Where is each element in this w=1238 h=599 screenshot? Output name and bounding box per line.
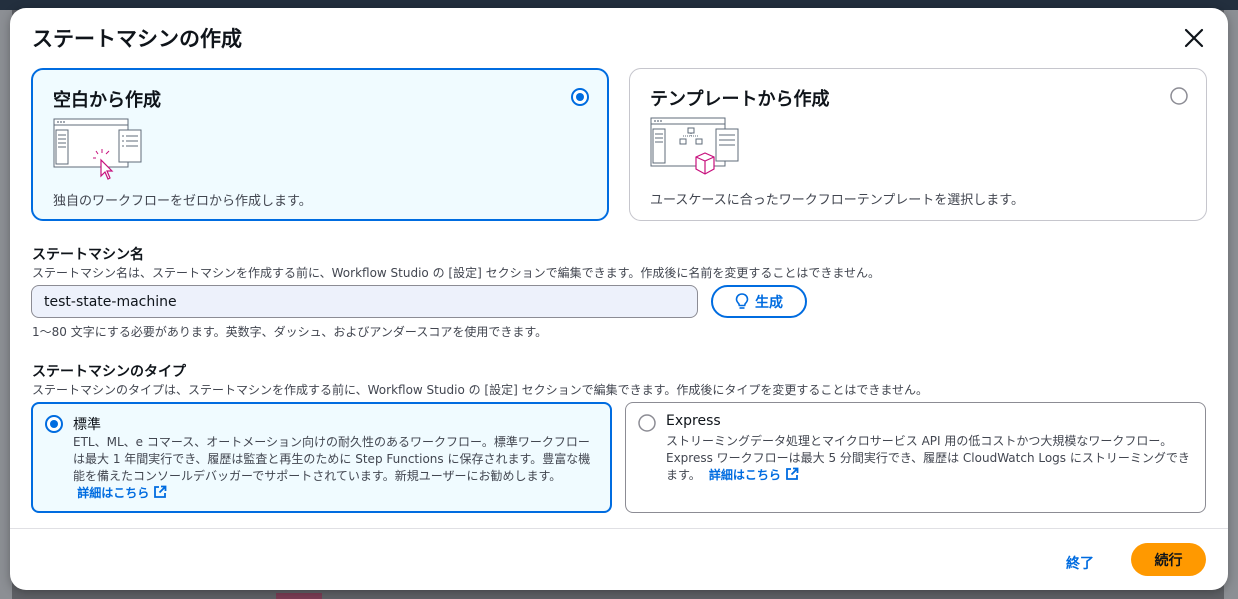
modal-title: ステートマシンの作成 <box>32 27 242 51</box>
external-link-icon <box>786 467 799 480</box>
learn-more-label: 詳細はこちら <box>77 486 150 500</box>
tile-description: 独自のワークフローをゼロから作成します。 <box>53 194 312 209</box>
lightbulb-icon <box>735 293 749 309</box>
modal-header: ステートマシンの作成 <box>32 22 1208 54</box>
cancel-button[interactable]: 終了 <box>1066 547 1094 579</box>
type-title: Express <box>666 413 721 429</box>
name-constraint-hint: 1〜80 文字にする必要があります。英数字、ダッシュ、およびアンダースコアを使用… <box>32 325 548 339</box>
radio-unselected[interactable] <box>638 414 656 436</box>
close-button[interactable] <box>1180 24 1208 52</box>
tile-create-from-blank[interactable]: 空白から作成 独自のワークフローをゼロから作成します。 <box>31 68 609 221</box>
blank-canvas-illustration-icon <box>53 118 143 180</box>
state-machine-type-description: ステートマシンのタイプは、ステートマシンを作成する前に、Workflow Stu… <box>32 383 929 397</box>
external-link-icon <box>154 485 167 498</box>
state-machine-type-label: ステートマシンのタイプ <box>32 364 186 380</box>
radio-unchecked-icon <box>638 414 656 432</box>
radio-unchecked-icon <box>1170 87 1188 105</box>
background-chip <box>276 593 322 599</box>
type-option-express[interactable]: Express ストリーミングデータ処理とマイクロサービス API 用の低コスト… <box>625 402 1206 513</box>
type-option-standard[interactable]: 標準 ETL、ML、e コマース、オートメーション向けの耐久性のあるワークフロー… <box>31 402 612 513</box>
type-description: ストリーミングデータ処理とマイクロサービス API 用の低コストかつ大規模なワー… <box>666 433 1195 484</box>
create-state-machine-modal: ステートマシンの作成 空白から作成 独自のワークフローをゼロから作成します。 テ… <box>10 8 1228 590</box>
radio-selected[interactable] <box>571 88 589 110</box>
tile-create-from-template[interactable]: テンプレートから作成 ユースケースに合ったワークフローテンプレートを選択します。 <box>629 68 1207 221</box>
type-description-text: ETL、ML、e コマース、オートメーション向けの耐久性のあるワークフロー。標準… <box>73 435 591 483</box>
generate-name-button[interactable]: 生成 <box>711 285 807 318</box>
tile-description: ユースケースに合ったワークフローテンプレートを選択します。 <box>650 193 1025 208</box>
template-illustration-icon <box>650 117 740 179</box>
type-title: 標準 <box>73 417 101 433</box>
learn-more-label: 詳細はこちら <box>708 468 781 482</box>
learn-more-link[interactable]: 詳細はこちら <box>705 467 799 482</box>
radio-checked-icon <box>571 88 589 106</box>
radio-unselected[interactable] <box>1170 87 1188 109</box>
tile-title: テンプレートから作成 <box>650 89 830 110</box>
generate-label: 生成 <box>755 294 783 311</box>
radio-checked-icon <box>45 415 63 433</box>
tile-title: 空白から作成 <box>53 90 161 111</box>
type-description: ETL、ML、e コマース、オートメーション向けの耐久性のあるワークフロー。標準… <box>73 434 600 502</box>
state-machine-name-description: ステートマシン名は、ステートマシンを作成する前に、Workflow Studio… <box>32 266 881 280</box>
radio-selected[interactable] <box>45 415 63 437</box>
learn-more-link[interactable]: 詳細はこちら <box>73 485 167 500</box>
footer-divider <box>10 528 1228 529</box>
state-machine-name-input[interactable] <box>31 285 698 318</box>
continue-button[interactable]: 続行 <box>1131 543 1206 576</box>
close-icon <box>1184 28 1204 48</box>
state-machine-name-label: ステートマシン名 <box>32 247 144 263</box>
